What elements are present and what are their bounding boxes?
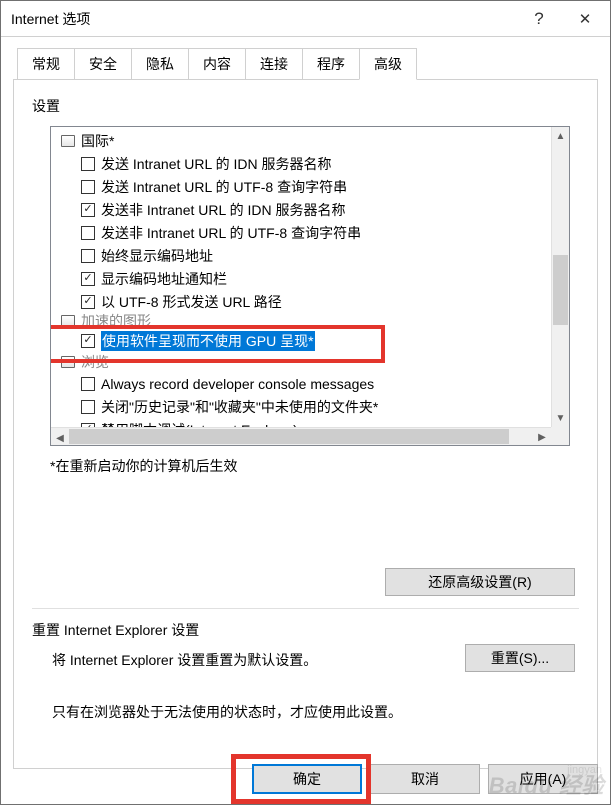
tab-strip: 常规安全隐私内容连接程序高级: [17, 47, 598, 79]
tree-item[interactable]: 始终显示编码地址: [59, 244, 551, 267]
checkbox[interactable]: [81, 249, 95, 263]
settings-tree-viewport: 国际* 发送 Intranet URL 的 IDN 服务器名称发送 Intrane…: [51, 127, 551, 427]
tab-隐私[interactable]: 隐私: [131, 48, 189, 80]
help-button[interactable]: ?: [516, 2, 562, 36]
scroll-right-icon[interactable]: ▶: [533, 428, 551, 446]
tree-label: Always record developer console messages: [101, 376, 374, 392]
tree-label: 显示编码地址通知栏: [101, 269, 227, 289]
ok-label: 确定: [293, 769, 321, 789]
tree-label: 浏览: [81, 352, 109, 372]
tree-category: 国际*: [59, 129, 551, 152]
checkbox[interactable]: [81, 226, 95, 240]
reset-button-label: 重置(S)...: [491, 648, 549, 668]
tree-label: 使用软件呈现而不使用 GPU 呈现*: [101, 331, 315, 351]
hscroll-thumb[interactable]: [69, 429, 509, 444]
tree-label: 加速的图形: [81, 313, 151, 329]
tree-item[interactable]: Always record developer console messages: [59, 372, 551, 395]
tree-category: 加速的图形: [59, 313, 551, 329]
category-icon: [61, 135, 75, 147]
divider: [32, 608, 579, 609]
tree-item[interactable]: 发送 Intranet URL 的 IDN 服务器名称: [59, 152, 551, 175]
reset-note: 只有在浏览器处于无法使用的状态时，才应使用此设置。: [52, 702, 402, 722]
checkbox[interactable]: [81, 272, 95, 286]
titlebar: Internet 选项 ? ✕: [1, 1, 610, 37]
tree-item[interactable]: 发送非 Intranet URL 的 IDN 服务器名称: [59, 198, 551, 221]
restore-defaults-label: 还原高级设置(R): [428, 572, 531, 592]
settings-tree: 国际* 发送 Intranet URL 的 IDN 服务器名称发送 Intrane…: [50, 126, 570, 446]
reset-desc: 将 Internet Explorer 设置重置为默认设置。: [52, 650, 317, 670]
checkbox[interactable]: [81, 377, 95, 391]
tree-label: 始终显示编码地址: [101, 246, 213, 266]
tree-item[interactable]: 显示编码地址通知栏: [59, 267, 551, 290]
close-button[interactable]: ✕: [562, 2, 608, 36]
cancel-button[interactable]: 取消: [370, 764, 480, 794]
tab-内容[interactable]: 内容: [188, 48, 246, 80]
scroll-down-icon[interactable]: ▼: [552, 409, 569, 427]
tree-label: 关闭"历史记录"和"收藏夹"中未使用的文件夹*: [101, 397, 378, 417]
tree-label: 国际*: [81, 131, 114, 151]
checkbox[interactable]: [81, 334, 95, 348]
tab-程序[interactable]: 程序: [302, 48, 360, 80]
tree-item[interactable]: 关闭"历史记录"和"收藏夹"中未使用的文件夹*: [59, 395, 551, 418]
apply-button[interactable]: 应用(A): [488, 764, 598, 794]
checkbox[interactable]: [81, 295, 95, 309]
content-area: 常规安全隐私内容连接程序高级 设置 国际* 发送 Intranet URL 的 I…: [1, 37, 610, 804]
tree-label: 以 UTF-8 形式发送 URL 路径: [101, 292, 282, 312]
dialog-buttons: 确定 取消 应用(A): [252, 764, 598, 794]
tree-label: 发送 Intranet URL 的 UTF-8 查询字符串: [101, 177, 347, 197]
reset-button[interactable]: 重置(S)...: [465, 644, 575, 672]
vertical-scrollbar[interactable]: ▲ ▼: [551, 127, 569, 427]
tab-安全[interactable]: 安全: [74, 48, 132, 80]
tree-item[interactable]: 使用软件呈现而不使用 GPU 呈现*: [59, 329, 551, 352]
tree-item[interactable]: 发送 Intranet URL 的 UTF-8 查询字符串: [59, 175, 551, 198]
window-title: Internet 选项: [11, 9, 516, 29]
tree-category: 浏览: [59, 352, 551, 372]
tab-高级[interactable]: 高级: [359, 48, 417, 80]
horizontal-scrollbar[interactable]: ◀ ▶: [51, 427, 551, 445]
category-icon: [61, 356, 75, 368]
settings-footnote: *在重新启动你的计算机后生效: [50, 456, 579, 476]
scroll-up-icon[interactable]: ▲: [552, 127, 569, 145]
checkbox[interactable]: [81, 400, 95, 414]
settings-label: 设置: [32, 96, 579, 116]
category-icon: [61, 315, 75, 327]
tab-连接[interactable]: 连接: [245, 48, 303, 80]
tree-item[interactable]: 禁用脚本调试(Internet Explorer): [59, 418, 551, 427]
tree-label: 发送非 Intranet URL 的 IDN 服务器名称: [101, 200, 346, 220]
reset-section-label: 重置 Internet Explorer 设置: [32, 620, 199, 640]
tree-label: 发送非 Intranet URL 的 UTF-8 查询字符串: [101, 223, 361, 243]
tree-label: 禁用脚本调试(Internet Explorer): [101, 420, 298, 428]
dialog-window: Internet 选项 ? ✕ 常规安全隐私内容连接程序高级 设置 国际* 发送 …: [0, 0, 611, 805]
scrollbar-corner: [551, 427, 569, 445]
restore-defaults-button[interactable]: 还原高级设置(R): [385, 568, 575, 596]
scroll-left-icon[interactable]: ◀: [51, 430, 69, 447]
checkbox[interactable]: [81, 203, 95, 217]
tree-label: 发送 Intranet URL 的 IDN 服务器名称: [101, 154, 332, 174]
tree-item[interactable]: 以 UTF-8 形式发送 URL 路径: [59, 290, 551, 313]
apply-label: 应用(A): [520, 769, 567, 789]
tree-item[interactable]: 发送非 Intranet URL 的 UTF-8 查询字符串: [59, 221, 551, 244]
cancel-label: 取消: [411, 769, 439, 789]
checkbox[interactable]: [81, 180, 95, 194]
tab-panel-advanced: 设置 国际* 发送 Intranet URL 的 IDN 服务器名称发送 Intr…: [13, 79, 598, 769]
tab-常规[interactable]: 常规: [17, 48, 75, 80]
checkbox[interactable]: [81, 157, 95, 171]
vscroll-thumb[interactable]: [553, 255, 568, 325]
vscroll-track[interactable]: [552, 145, 569, 409]
ok-button[interactable]: 确定: [252, 764, 362, 794]
